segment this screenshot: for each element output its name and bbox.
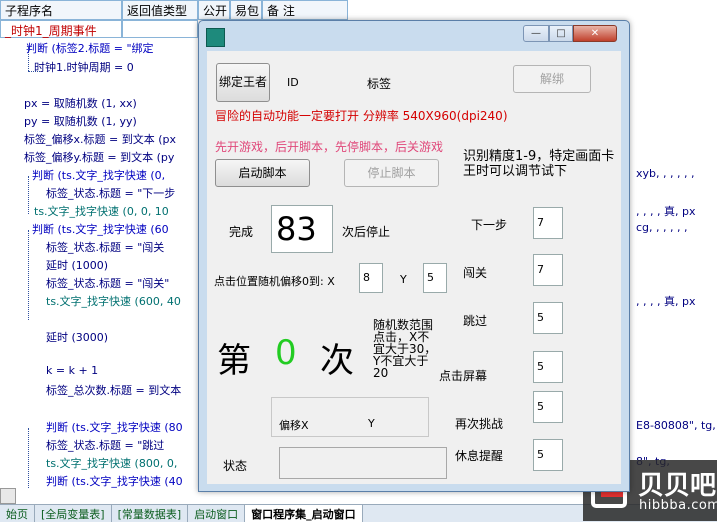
- subroutine-table-header: 子程序名 返回值类型 公开 易包 备 注: [0, 0, 348, 20]
- code-line[interactable]: 延时 (1000): [46, 257, 108, 273]
- code-line[interactable]: 判断 (ts.文字_找字快速 (0,: [32, 167, 165, 183]
- stop-after-label: 次后停止: [342, 225, 391, 239]
- window-titlebar[interactable]: — □ ✕: [199, 21, 629, 49]
- app-window: — □ ✕ 绑定王者 ID 标签 解绑 冒险的自动功能一定要打开 分辨率 540…: [198, 20, 630, 492]
- tab-start-page[interactable]: 始页: [0, 505, 35, 522]
- code-line-fragment: , , , , 真, px: [636, 205, 696, 218]
- status-field: [279, 447, 447, 479]
- id-label: ID: [287, 76, 299, 89]
- code-line[interactable]: 标签_偏移y.标题 = 到文本 (py: [24, 149, 174, 165]
- flow-guide: [28, 428, 29, 488]
- setting-field-next[interactable]: 7: [533, 207, 563, 239]
- header-public: 公开: [198, 0, 230, 20]
- offset-x-field[interactable]: 8: [359, 263, 383, 293]
- code-line[interactable]: 判断 (ts.文字_找字快速 (60: [32, 221, 169, 237]
- counter-suffix: 次: [320, 341, 354, 381]
- code-line-fragment: xyb, , , , , ,: [636, 167, 695, 180]
- tab-start-window[interactable]: 启动窗口: [188, 505, 246, 522]
- code-line[interactable]: 判断 (ts.文字_找字快速 (40: [46, 473, 183, 489]
- setting-field-skip[interactable]: 5: [533, 302, 563, 334]
- stop-script-button[interactable]: 停止脚本: [344, 159, 439, 187]
- subroutine-return-cell[interactable]: [122, 20, 198, 38]
- counter-value: 0: [275, 333, 297, 373]
- code-line[interactable]: py = 取随机数 (1, yy): [24, 113, 137, 129]
- setting-field-rest[interactable]: 5: [533, 439, 563, 471]
- flow-guide: [28, 176, 29, 214]
- setting-field-retry[interactable]: 5: [533, 391, 563, 423]
- header-remark: 备 注: [262, 0, 348, 20]
- code-line[interactable]: 延时 (3000): [46, 329, 108, 345]
- setting-label-rest: 休息提醒: [455, 449, 504, 463]
- code-line[interactable]: ts.文字_找字快速 (600, 40: [46, 293, 181, 309]
- scroll-corner[interactable]: [0, 488, 16, 504]
- hint-text: 先开游戏，后开脚本，先停脚本，后关游戏: [215, 140, 444, 154]
- code-line[interactable]: 标签_总次数.标题 = 到文本: [46, 382, 181, 398]
- offset-label: 点击位置随机偏移0到: X: [214, 275, 335, 288]
- code-line[interactable]: 标签_状态.标题 = "下一步: [46, 185, 175, 201]
- offset-y-label: Y: [400, 273, 407, 286]
- setting-label-next: 下一步: [471, 218, 508, 232]
- code-line[interactable]: 标签_偏移x.标题 = 到文本 (px: [24, 131, 176, 147]
- code-line[interactable]: k = k + 1: [46, 364, 98, 377]
- tab-constants[interactable]: [常量数据表]: [112, 505, 189, 522]
- window-client-area: 绑定王者 ID 标签 解绑 冒险的自动功能一定要打开 分辨率 540X960(d…: [207, 51, 621, 484]
- tag-label: 标签: [367, 77, 392, 91]
- warning-text: 冒险的自动功能一定要打开 分辨率 540X960(dpi240): [215, 109, 508, 123]
- code-line[interactable]: 时钟1.时钟周期 = 0: [34, 59, 134, 75]
- code-line[interactable]: 判断 (标签2.标题 = "绑定: [26, 40, 154, 56]
- watermark-brand: 贝贝吧: [638, 471, 717, 501]
- header-easy-pack: 易包: [230, 0, 262, 20]
- tab-window-assembly[interactable]: 窗口程序集_启动窗口: [245, 505, 363, 522]
- tab-global-vars[interactable]: [全局变量表]: [35, 505, 112, 522]
- bind-button[interactable]: 绑定王者: [216, 63, 270, 102]
- subroutine-name[interactable]: _时钟1_周期事件: [0, 20, 122, 38]
- offset-y-caption: Y: [368, 417, 375, 430]
- code-line[interactable]: 标签_状态.标题 = "闯关: [46, 239, 164, 255]
- setting-field-click-screen[interactable]: 5: [533, 351, 563, 383]
- app-icon: [206, 28, 225, 47]
- code-line-fragment: , , , , 真, px: [636, 295, 696, 308]
- subroutine-row[interactable]: _时钟1_周期事件: [0, 20, 198, 38]
- setting-field-challenge[interactable]: 7: [533, 254, 563, 286]
- code-line[interactable]: px = 取随机数 (1, xx): [24, 95, 137, 111]
- start-script-button[interactable]: 启动脚本: [215, 159, 310, 187]
- complete-label: 完成: [229, 225, 254, 239]
- close-button[interactable]: ✕: [573, 25, 617, 42]
- offset-group: 偏移X Y: [271, 397, 429, 437]
- random-note: 随机数范围点击，X不宜大于30，Y不宜大于20: [373, 318, 437, 380]
- setting-label-click-screen: 点击屏幕: [439, 369, 488, 383]
- status-label: 状态: [223, 459, 248, 473]
- setting-label-retry: 再次挑战: [455, 417, 504, 431]
- code-line-fragment: E8-80808", tg,: [636, 419, 716, 432]
- code-line[interactable]: 标签_状态.标题 = "闯关": [46, 275, 169, 291]
- precision-text: 识别精度1-9，特定画面卡王时可以调节试下: [463, 149, 615, 179]
- flow-guide: [28, 230, 29, 320]
- setting-label-skip: 跳过: [463, 314, 488, 328]
- unbind-button[interactable]: 解绑: [513, 65, 591, 93]
- counter-prefix: 第: [217, 341, 251, 381]
- header-return-type: 返回值类型: [122, 0, 198, 20]
- maximize-button[interactable]: □: [549, 25, 573, 42]
- setting-label-challenge: 闯关: [463, 266, 488, 280]
- offset-x-caption: 偏移X: [279, 419, 309, 432]
- watermark-url: hibbba.com: [639, 498, 717, 513]
- code-line[interactable]: ts.文字_找字快速 (0, 0, 10: [34, 203, 169, 219]
- complete-count-field[interactable]: 83: [271, 205, 333, 253]
- header-sub-name: 子程序名: [0, 0, 122, 20]
- offset-y-field[interactable]: 5: [423, 263, 447, 293]
- minimize-button[interactable]: —: [523, 25, 549, 42]
- code-line[interactable]: 标签_状态.标题 = "跳过: [46, 437, 164, 453]
- code-line-fragment: cg, , , , , ,: [636, 221, 688, 234]
- code-line[interactable]: 判断 (ts.文字_找字快速 (80: [46, 419, 183, 435]
- code-line[interactable]: ts.文字_找字快速 (800, 0,: [46, 455, 177, 471]
